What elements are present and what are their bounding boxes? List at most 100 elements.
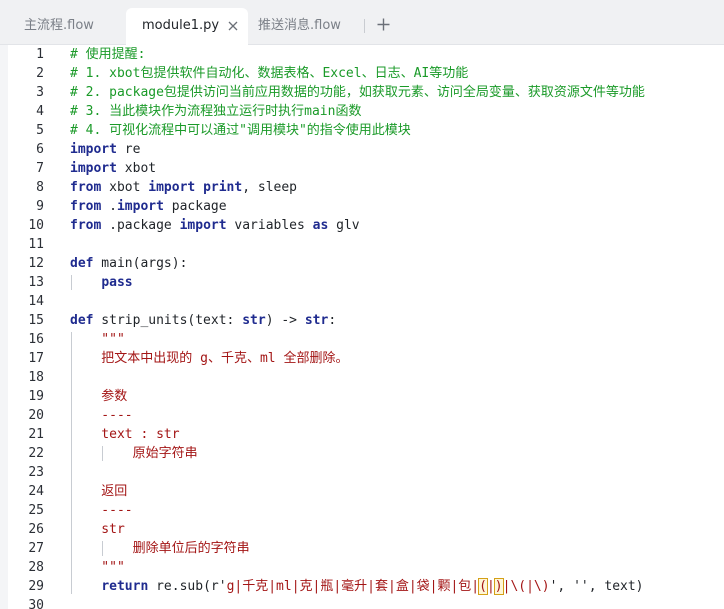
code-token: str [304, 313, 329, 328]
code-text: from .package import variables as glv [70, 216, 360, 235]
line-number: 29 [28, 579, 44, 594]
code-line[interactable]: 17 把文本中出现的 g、千克、ml 全部删除。 [0, 349, 724, 368]
code-token: g|千克|ml|克|瓶|毫升|套|盒|袋|颗|包| [226, 579, 480, 594]
code-line[interactable]: 8 from xbot import print, sleep [0, 178, 724, 197]
code-token: # 1. xbot包提供软件自动化、数据表格、Excel、日志、AI等功能 [70, 66, 469, 81]
line-number: 19 [28, 389, 44, 404]
code-text: 删除单位后的字符串 [70, 539, 250, 558]
code-token: main(args): [93, 256, 188, 271]
code-text: # 3. 当此模块作为流程独立运行时执行main函数 [70, 102, 361, 121]
code-token: str [242, 313, 266, 328]
code-token: def [70, 313, 94, 328]
code-token: text : str [70, 427, 180, 442]
code-token: # 3. 当此模块作为流程独立运行时执行main函数 [70, 104, 362, 119]
line-number: 28 [28, 560, 44, 575]
indent-guide [71, 275, 72, 290]
line-number: 18 [28, 370, 44, 385]
code-text: import re [70, 140, 140, 159]
code-line[interactable]: 3 # 2. package包提供访问当前应用数据的功能，如获取元素、访问全局变量… [0, 83, 724, 102]
tab-separator [364, 19, 365, 33]
line-number: 16 [28, 332, 44, 347]
code-text: # 使用提醒: [70, 45, 145, 64]
line-number: 11 [28, 237, 44, 252]
line-number: 12 [28, 256, 44, 271]
code-token: : [328, 313, 337, 328]
line-number: 8 [36, 180, 44, 195]
code-line[interactable]: 28 """ [0, 558, 724, 577]
tab-module1[interactable]: module1.py [126, 8, 248, 45]
plus-icon[interactable] [372, 8, 394, 44]
line-number: 15 [28, 313, 44, 328]
code-line[interactable]: 22 原始字符串 [0, 444, 724, 463]
line-number: 30 [28, 598, 44, 609]
code-line[interactable]: 16 """ [0, 330, 724, 349]
line-number: 23 [28, 465, 44, 480]
code-line[interactable]: 5 # 4. 可视化流程中可以通过"调用模块"的指令使用此模块 [0, 121, 724, 140]
code-line[interactable]: 18 [0, 368, 724, 387]
line-number: 20 [28, 408, 44, 423]
code-line[interactable]: 25 ---- [0, 501, 724, 520]
code-token: 参数 [70, 389, 128, 404]
code-token: ---- [70, 408, 133, 423]
code-line[interactable]: 27 删除单位后的字符串 [0, 539, 724, 558]
code-line[interactable]: 11 [0, 235, 724, 254]
code-line[interactable]: 7 import xbot [0, 159, 724, 178]
line-number: 24 [28, 484, 44, 499]
code-token: re.sub(r' [148, 579, 227, 594]
tab-label: 主流程.flow [24, 18, 94, 33]
close-icon[interactable] [228, 8, 238, 44]
code-token: def [70, 256, 94, 271]
code-token: # 使用提醒: [70, 47, 146, 62]
code-line[interactable]: 20 ---- [0, 406, 724, 425]
code-line[interactable]: 21 text : str [0, 425, 724, 444]
code-line[interactable]: 2 # 1. xbot包提供软件自动化、数据表格、Excel、日志、AI等功能 [0, 64, 724, 83]
code-token: """ [70, 332, 125, 347]
code-line[interactable]: 14 [0, 292, 724, 311]
code-token: 返回 [70, 484, 128, 499]
code-token: , sleep [242, 180, 298, 195]
code-line[interactable]: 6 import re [0, 140, 724, 159]
line-number: 13 [28, 275, 44, 290]
line-number: 26 [28, 522, 44, 537]
code-line[interactable]: 13 pass [0, 273, 724, 292]
code-token: print [203, 180, 243, 195]
code-token: return [101, 579, 149, 594]
line-number: 3 [36, 85, 44, 100]
code-line[interactable]: 4 # 3. 当此模块作为流程独立运行时执行main函数 [0, 102, 724, 121]
code-text: # 4. 可视化流程中可以通过"调用模块"的指令使用此模块 [70, 121, 411, 140]
line-number: 9 [36, 199, 44, 214]
code-token: xbot [101, 180, 149, 195]
code-line[interactable]: 23 [0, 463, 724, 482]
code-line[interactable]: 26 str [0, 520, 724, 539]
code-line[interactable]: 12 def main(args): [0, 254, 724, 273]
code-token: """ [70, 560, 125, 575]
indent-guide [71, 332, 72, 594]
code-token: pass [101, 275, 133, 290]
code-text: # 1. xbot包提供软件自动化、数据表格、Excel、日志、AI等功能 [70, 64, 468, 83]
code-line[interactable]: 15 def strip_units(text: str) -> str: [0, 311, 724, 330]
tab-main-flow[interactable]: 主流程.flow [0, 8, 120, 44]
line-number: 14 [28, 294, 44, 309]
code-text: 返回 [70, 482, 127, 501]
tab-push-message-flow[interactable]: 推送消息.flow [250, 8, 362, 44]
code-token: # 4. 可视化流程中可以通过"调用模块"的指令使用此模块 [70, 123, 411, 138]
code-line[interactable]: 9 from .import package [0, 197, 724, 216]
code-text: """ [70, 330, 125, 349]
line-number: 4 [36, 104, 44, 119]
code-line[interactable]: 29 return re.sub(r'g|千克|ml|克|瓶|毫升|套|盒|袋|… [0, 577, 724, 596]
code-editor[interactable]: 1 # 使用提醒: 2 # 1. xbot包提供软件自动化、数据表格、Excel、日志… [0, 45, 724, 609]
code-token: import [70, 142, 117, 157]
line-number: 5 [36, 123, 44, 138]
code-token: from [70, 199, 102, 214]
code-token: import [70, 161, 117, 176]
code-line[interactable]: 10 from .package import variables as glv [0, 216, 724, 235]
code-line[interactable]: 30 [0, 596, 724, 609]
code-line[interactable]: 19 参数 [0, 387, 724, 406]
code-text: def strip_units(text: str) -> str: [70, 311, 336, 330]
line-number: 7 [36, 161, 44, 176]
code-text: 原始字符串 [70, 444, 198, 463]
code-line[interactable]: 1 # 使用提醒: [0, 45, 724, 64]
code-text: def main(args): [70, 254, 187, 273]
code-line[interactable]: 24 返回 [0, 482, 724, 501]
